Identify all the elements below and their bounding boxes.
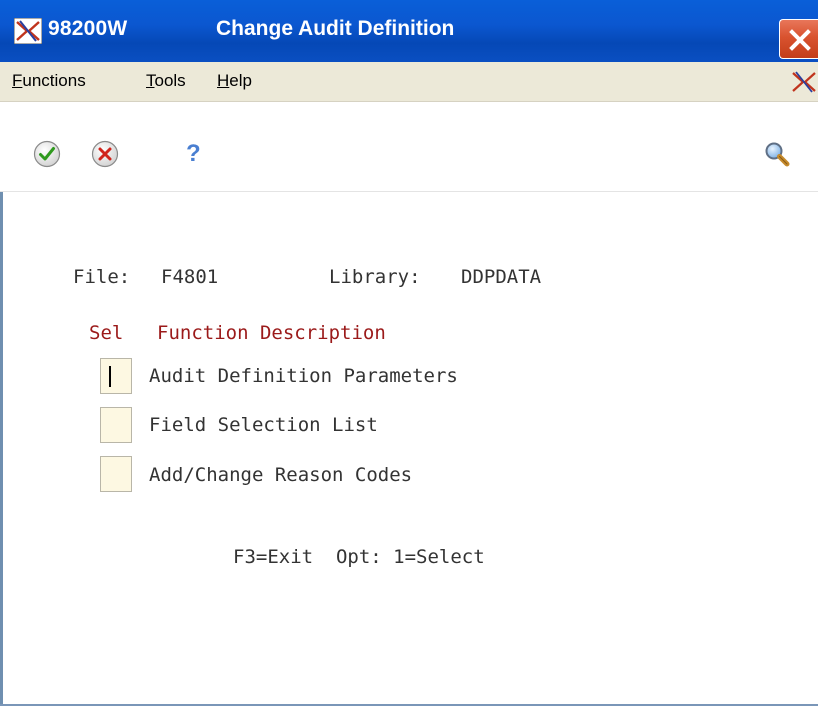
- file-label: File:: [73, 266, 131, 288]
- menu-tools-mnemonic: T: [146, 71, 155, 90]
- function-key-footer: F3=Exit Opt: 1=Select: [233, 546, 485, 568]
- sel-column-header: Sel: [89, 322, 124, 344]
- program-id: 98200W: [48, 17, 128, 40]
- option-description: Audit Definition Parameters: [149, 365, 458, 387]
- app-window: 98200W Change Audit Definition Functions…: [0, 0, 818, 706]
- text-cursor: [109, 366, 111, 387]
- menu-help-mnemonic: H: [217, 71, 230, 90]
- library-label: Library:: [329, 266, 421, 288]
- menu-help[interactable]: Help: [217, 71, 252, 91]
- file-value: F4801: [161, 266, 219, 288]
- toolbar: ?: [0, 102, 818, 192]
- cancel-icon: [91, 140, 119, 168]
- question-mark-icon: ?: [186, 140, 201, 167]
- menu-functions-mnemonic: F: [12, 71, 23, 90]
- magnifier-icon: [765, 142, 790, 167]
- ok-button[interactable]: [32, 139, 66, 173]
- library-value: DDPDATA: [461, 266, 542, 288]
- option-input-reason-codes[interactable]: [100, 456, 132, 492]
- jde-menu-logo-icon: [790, 70, 818, 94]
- cancel-button[interactable]: [90, 139, 124, 173]
- form-area: File: F4801 Library: DDPDATA Sel Functio…: [0, 192, 818, 706]
- option-input-audit-definition[interactable]: [100, 358, 132, 394]
- option-description: Field Selection List: [149, 414, 378, 436]
- menu-functions-rest: unctions: [22, 71, 86, 90]
- search-button[interactable]: [762, 140, 796, 174]
- jde-logo-icon: [13, 17, 43, 45]
- option-description: Add/Change Reason Codes: [149, 464, 413, 486]
- checkmark-icon: [33, 140, 61, 168]
- window-title: Change Audit Definition: [216, 17, 455, 40]
- menu-bar: Functions Tools Help: [0, 62, 818, 102]
- description-column-header: Function Description: [157, 322, 386, 344]
- menu-help-rest: elp: [229, 71, 252, 90]
- close-button[interactable]: [779, 19, 818, 59]
- close-icon: [789, 29, 811, 51]
- help-button[interactable]: ?: [186, 140, 208, 174]
- menu-tools[interactable]: Tools: [146, 71, 186, 91]
- title-bar: 98200W Change Audit Definition: [0, 0, 818, 62]
- menu-functions[interactable]: Functions: [12, 71, 86, 91]
- menu-tools-rest: ools: [154, 71, 186, 90]
- option-input-field-selection[interactable]: [100, 407, 132, 443]
